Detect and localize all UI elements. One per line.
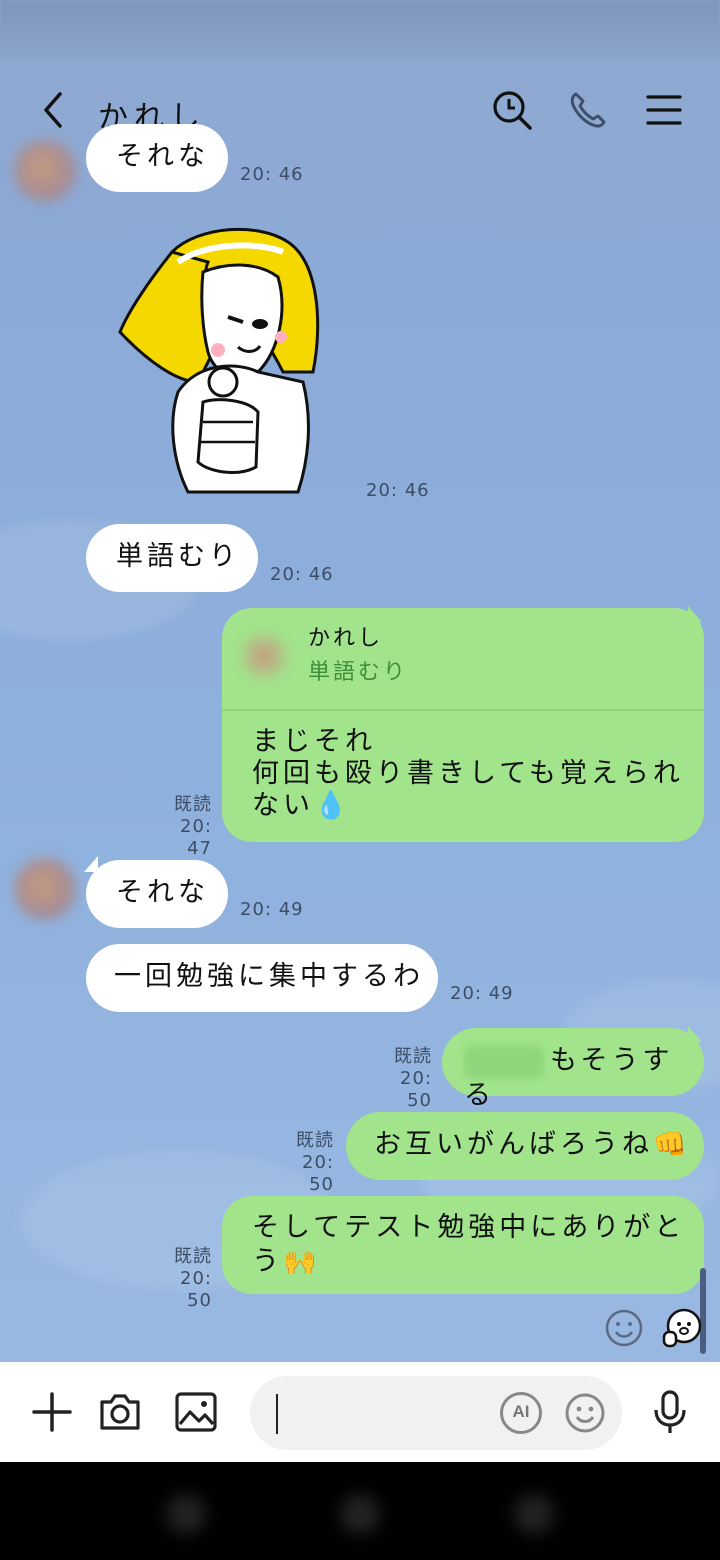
emoji-icon[interactable] [604,1308,644,1348]
text-caret [276,1394,278,1434]
plus-icon[interactable] [28,1388,76,1436]
message-bubble[interactable]: それな [86,860,228,928]
avatar[interactable] [14,858,76,920]
message-text: お互いがんばろうね👊 [374,1129,691,1160]
message-input-bar: AI [0,1362,720,1462]
ai-button[interactable]: AI [500,1392,542,1434]
reply-message-bubble[interactable]: かれし 単語むり まじそれ 何回も殴り書きしても覚えられ ない💧 [222,608,704,842]
phone-icon[interactable] [566,88,610,132]
message-bubble[interactable]: それな [86,124,228,192]
message-text: 単語むり [116,541,240,572]
read-receipt: 既読 [174,794,212,815]
emoji-icon[interactable] [564,1392,606,1434]
chat-screen: かれし それな 20: 46 20: 46 単語むり 20: 46 かれし 単語… [0,0,720,1462]
recent-apps-button[interactable] [166,1494,206,1534]
message-time: 20: 49 [240,899,304,920]
message-bubble[interactable]: もそうする [442,1028,704,1111]
message-time: 20: 46 [270,564,334,585]
reply-avatar [238,630,290,682]
mic-icon[interactable] [646,1388,694,1436]
reply-to-text: 単語むり [308,660,409,685]
sticker-suggest-icon[interactable] [660,1306,704,1350]
message-text: 一回勉強に集中するわ [114,961,424,992]
image-icon[interactable] [172,1388,220,1436]
back-button[interactable] [514,1494,554,1534]
home-button[interactable] [340,1494,380,1534]
read-receipt: 既読 [174,1246,212,1267]
menu-icon[interactable] [642,88,686,132]
message-time: 20: 46 [366,480,430,501]
system-nav-bar [0,1462,720,1560]
read-receipt: 既読 [296,1130,334,1151]
read-receipt: 既読 [394,1046,432,1067]
message-bubble[interactable]: 一回勉強に集中するわ [86,944,438,1012]
message-text: まじそれ 何回も殴り書きしても覚えられ ない💧 [252,726,684,821]
message-text: それな [116,141,209,172]
message-text: う🙌 [252,1246,321,1277]
message-time: 20: 49 [450,983,514,1004]
status-bar [0,0,720,60]
blurred-name [464,1044,544,1079]
message-bubble[interactable]: お互いがんばろうね👊 [346,1112,704,1180]
message-text: そしてテスト勉強中にありがと [252,1212,686,1243]
message-bubble[interactable]: そしてテスト勉強中にありがと う🙌 [222,1196,704,1294]
message-time: 20: 50 [180,1268,212,1311]
sticker-image[interactable] [108,222,338,498]
message-time: 20: 47 [180,816,212,859]
avatar[interactable] [14,140,76,202]
message-text: それな [116,877,209,908]
reply-to-name: かれし [308,626,384,651]
message-time: 20: 50 [400,1068,432,1111]
camera-icon[interactable] [96,1388,144,1436]
message-time: 20: 46 [240,164,304,185]
back-icon[interactable] [34,90,74,130]
message-input[interactable]: AI [250,1376,622,1450]
message-bubble[interactable]: 単語むり [86,524,258,592]
reply-divider [222,709,704,711]
search-icon[interactable] [490,88,534,132]
message-time: 20: 50 [302,1152,334,1195]
